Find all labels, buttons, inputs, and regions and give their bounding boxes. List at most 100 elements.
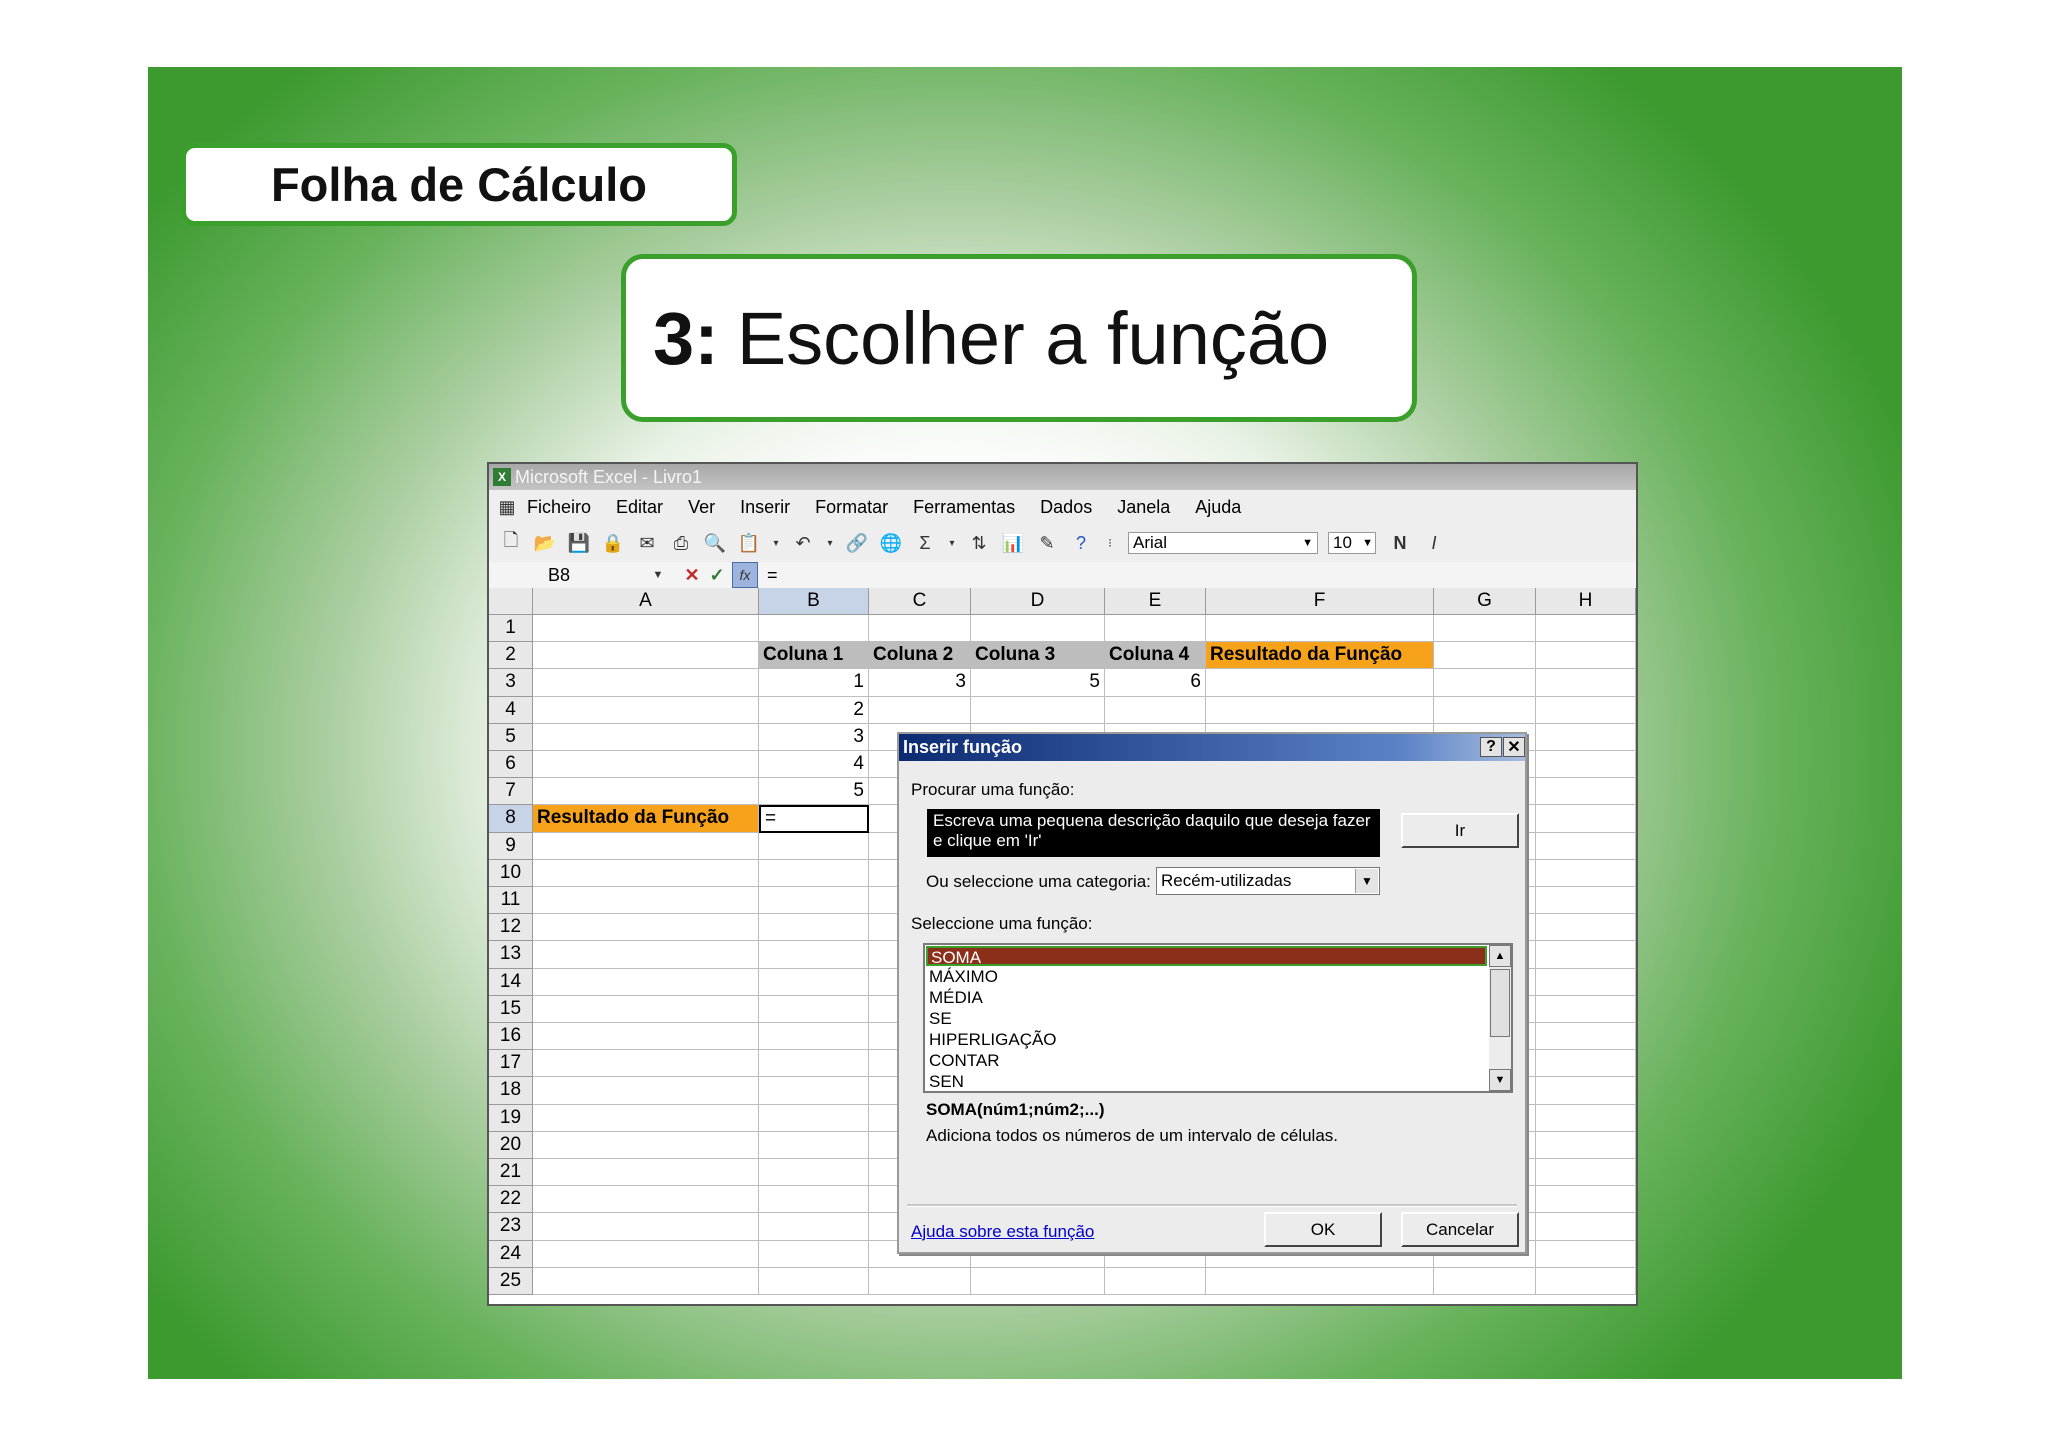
category-select[interactable]: Recém-utilizadas ▼ bbox=[1156, 867, 1380, 895]
paste-icon[interactable]: 📋 bbox=[737, 531, 761, 555]
cell-h21[interactable] bbox=[1536, 1159, 1636, 1187]
cell-h17[interactable] bbox=[1536, 1050, 1636, 1078]
function-item-hiperligacao[interactable]: HIPERLIGAÇÃO bbox=[929, 1030, 1057, 1050]
ok-button[interactable]: OK bbox=[1264, 1212, 1382, 1247]
cell-d4[interactable] bbox=[971, 696, 1105, 724]
scroll-thumb[interactable] bbox=[1490, 969, 1510, 1037]
font-size-select[interactable]: 10 ▼ bbox=[1328, 532, 1376, 554]
cell-h2[interactable] bbox=[1536, 642, 1636, 670]
row-header-1[interactable]: 1 bbox=[489, 615, 533, 643]
cell-b8[interactable]: = bbox=[759, 805, 869, 833]
cell-f2[interactable]: Resultado da Função bbox=[1206, 642, 1434, 670]
cell-c4[interactable] bbox=[869, 696, 971, 724]
cell-h14[interactable] bbox=[1536, 968, 1636, 996]
cell-a14[interactable] bbox=[533, 968, 759, 996]
cell-c25[interactable] bbox=[869, 1267, 971, 1295]
cell-a8[interactable]: Resultado da Função bbox=[533, 805, 759, 833]
cancel-formula-icon[interactable]: ✕ bbox=[680, 563, 704, 587]
cell-a17[interactable] bbox=[533, 1050, 759, 1078]
row-header-10[interactable]: 10 bbox=[489, 859, 533, 887]
row-header-3[interactable]: 3 bbox=[489, 669, 533, 697]
cell-g2[interactable] bbox=[1434, 642, 1536, 670]
cell-b14[interactable] bbox=[759, 968, 869, 996]
open-folder-icon[interactable]: 📂 bbox=[533, 531, 557, 555]
cell-b11[interactable] bbox=[759, 887, 869, 915]
cell-b6[interactable]: 4 bbox=[759, 751, 869, 779]
cell-h11[interactable] bbox=[1536, 887, 1636, 915]
select-all-corner[interactable] bbox=[489, 588, 533, 615]
cell-a19[interactable] bbox=[533, 1104, 759, 1132]
row-header-19[interactable]: 19 bbox=[489, 1104, 533, 1132]
cell-h1[interactable] bbox=[1536, 615, 1636, 643]
cell-e2[interactable]: Coluna 4 bbox=[1105, 642, 1206, 670]
row-header-12[interactable]: 12 bbox=[489, 914, 533, 942]
cell-b21[interactable] bbox=[759, 1159, 869, 1187]
function-item-media[interactable]: MÉDIA bbox=[929, 988, 983, 1008]
cell-h8[interactable] bbox=[1536, 805, 1636, 833]
cell-f1[interactable] bbox=[1206, 615, 1434, 643]
cell-g3[interactable] bbox=[1434, 669, 1536, 697]
insert-function-icon[interactable]: fx bbox=[732, 562, 758, 588]
column-header-e[interactable]: E bbox=[1105, 588, 1206, 615]
font-dropdown-icon[interactable]: ▼ bbox=[1302, 537, 1313, 549]
cell-h20[interactable] bbox=[1536, 1131, 1636, 1159]
cell-b15[interactable] bbox=[759, 995, 869, 1023]
cell-b22[interactable] bbox=[759, 1186, 869, 1214]
dialog-titlebar[interactable]: Inserir função bbox=[899, 734, 1525, 761]
cell-e1[interactable] bbox=[1105, 615, 1206, 643]
dialog-close-icon[interactable]: ✕ bbox=[1503, 737, 1525, 757]
cell-b5[interactable]: 3 bbox=[759, 723, 869, 751]
name-box-dropdown-icon[interactable]: ▼ bbox=[646, 563, 670, 587]
cell-a24[interactable] bbox=[533, 1240, 759, 1268]
row-header-17[interactable]: 17 bbox=[489, 1050, 533, 1078]
cell-b13[interactable] bbox=[759, 941, 869, 969]
cell-b17[interactable] bbox=[759, 1050, 869, 1078]
name-box[interactable]: B8 bbox=[514, 564, 664, 586]
cell-c3[interactable]: 3 bbox=[869, 669, 971, 697]
cell-h5[interactable] bbox=[1536, 723, 1636, 751]
cell-a15[interactable] bbox=[533, 995, 759, 1023]
cell-b19[interactable] bbox=[759, 1104, 869, 1132]
cell-a6[interactable] bbox=[533, 751, 759, 779]
print-preview-icon[interactable]: 🔍 bbox=[703, 531, 727, 555]
column-header-c[interactable]: C bbox=[869, 588, 971, 615]
function-list-scrollbar[interactable]: ▲ ▼ bbox=[1489, 945, 1511, 1091]
dialog-help-button[interactable]: ? bbox=[1480, 737, 1502, 757]
workbook-icon[interactable]: ▦ bbox=[495, 495, 519, 519]
cell-h15[interactable] bbox=[1536, 995, 1636, 1023]
row-header-8[interactable]: 8 bbox=[489, 805, 533, 833]
cell-a20[interactable] bbox=[533, 1131, 759, 1159]
paste-dropdown-icon[interactable]: ▾ bbox=[771, 531, 781, 555]
cell-f25[interactable] bbox=[1206, 1267, 1434, 1295]
cell-h13[interactable] bbox=[1536, 941, 1636, 969]
toolbar-options-icon[interactable]: ⁝ bbox=[1103, 531, 1117, 555]
cell-a25[interactable] bbox=[533, 1267, 759, 1295]
cell-h4[interactable] bbox=[1536, 696, 1636, 724]
cell-b1[interactable] bbox=[759, 615, 869, 643]
row-header-24[interactable]: 24 bbox=[489, 1240, 533, 1268]
font-size-dropdown-icon[interactable]: ▼ bbox=[1362, 537, 1373, 549]
cell-a22[interactable] bbox=[533, 1186, 759, 1214]
menu-dados[interactable]: Dados bbox=[1040, 497, 1092, 518]
cell-h9[interactable] bbox=[1536, 832, 1636, 860]
research-icon[interactable]: 🌐 bbox=[879, 531, 903, 555]
column-header-g[interactable]: G bbox=[1434, 588, 1536, 615]
cell-h12[interactable] bbox=[1536, 914, 1636, 942]
cell-a18[interactable] bbox=[533, 1077, 759, 1105]
go-button[interactable]: Ir bbox=[1401, 813, 1519, 848]
cell-b7[interactable]: 5 bbox=[759, 778, 869, 806]
bold-button[interactable]: N bbox=[1388, 531, 1412, 555]
row-header-20[interactable]: 20 bbox=[489, 1131, 533, 1159]
cell-b18[interactable] bbox=[759, 1077, 869, 1105]
menu-formatar[interactable]: Formatar bbox=[815, 497, 888, 518]
menu-ferramentas[interactable]: Ferramentas bbox=[913, 497, 1015, 518]
cell-a13[interactable] bbox=[533, 941, 759, 969]
menu-ajuda[interactable]: Ajuda bbox=[1195, 497, 1241, 518]
row-header-13[interactable]: 13 bbox=[489, 941, 533, 969]
cell-a4[interactable] bbox=[533, 696, 759, 724]
email-icon[interactable]: ✉ bbox=[635, 531, 659, 555]
cell-a16[interactable] bbox=[533, 1023, 759, 1051]
cell-d2[interactable]: Coluna 3 bbox=[971, 642, 1105, 670]
cell-a10[interactable] bbox=[533, 859, 759, 887]
cell-d3[interactable]: 5 bbox=[971, 669, 1105, 697]
